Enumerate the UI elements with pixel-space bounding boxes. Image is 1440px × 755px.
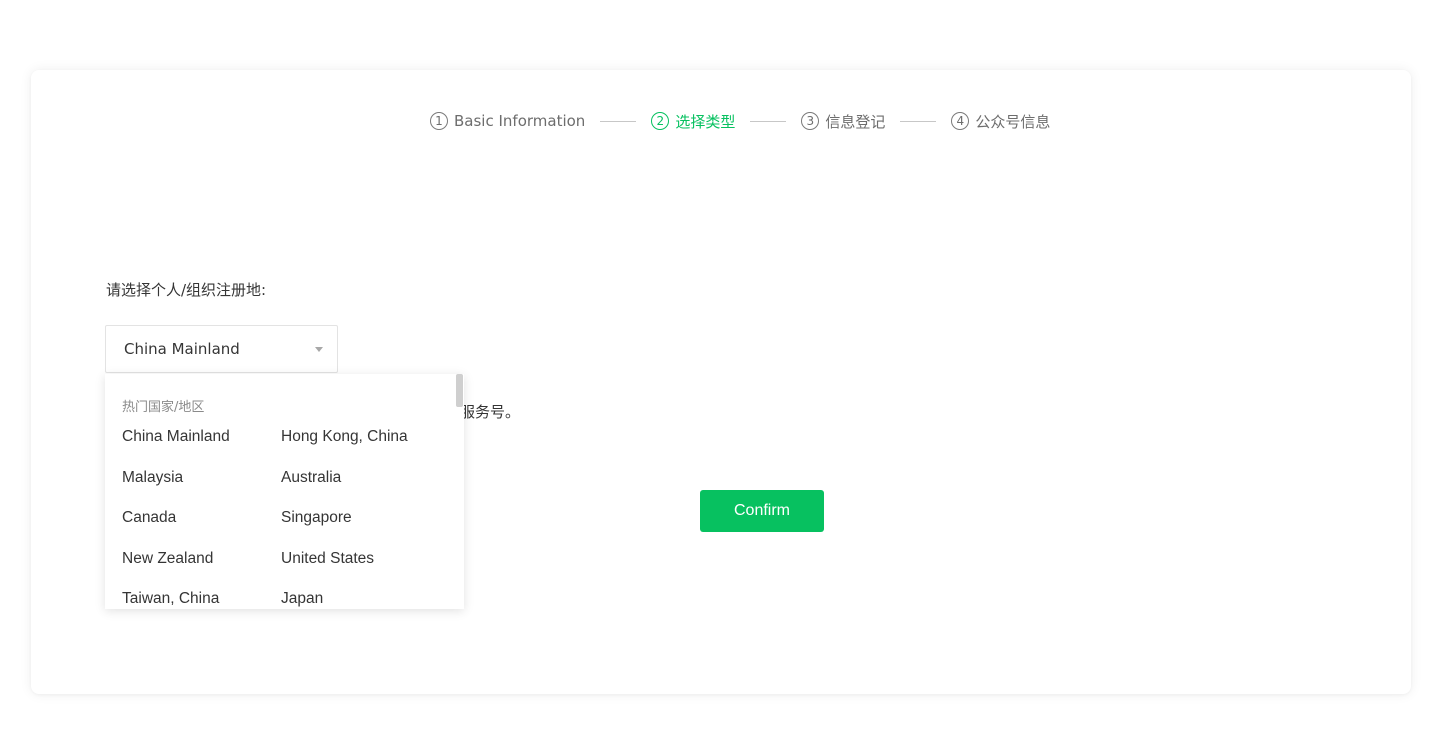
step-3-number: 3 bbox=[801, 112, 820, 130]
caret-down-icon bbox=[315, 347, 323, 352]
step-4-number: 4 bbox=[951, 112, 970, 130]
option-canada[interactable]: Canada bbox=[122, 505, 281, 546]
option-japan[interactable]: Japan bbox=[281, 586, 451, 609]
dropdown-options: China Mainland Hong Kong, China Malaysia… bbox=[122, 424, 451, 609]
step-1-label: Basic Information bbox=[454, 112, 586, 130]
option-china-mainland[interactable]: China Mainland bbox=[122, 424, 281, 465]
step-4-label: 公众号信息 bbox=[975, 112, 1051, 131]
step-divider bbox=[900, 120, 937, 122]
confirm-button[interactable]: Confirm bbox=[700, 490, 824, 532]
region-select-value: China Mainland bbox=[124, 340, 240, 358]
option-taiwan[interactable]: Taiwan, China bbox=[122, 586, 281, 609]
step-2-label: 选择类型 bbox=[675, 112, 736, 131]
dropdown-scrollbar[interactable] bbox=[456, 374, 463, 407]
option-australia[interactable]: Australia bbox=[281, 465, 451, 506]
option-malaysia[interactable]: Malaysia bbox=[122, 465, 281, 506]
account-type-text: 服务号。 bbox=[460, 403, 521, 421]
option-singapore[interactable]: Singapore bbox=[281, 505, 451, 546]
option-new-zealand[interactable]: New Zealand bbox=[122, 546, 281, 587]
step-2-number: 2 bbox=[651, 112, 670, 130]
dropdown-group-title: 热门国家/地区 bbox=[122, 400, 205, 415]
region-select[interactable]: China Mainland bbox=[105, 325, 338, 373]
option-hong-kong[interactable]: Hong Kong, China bbox=[281, 424, 451, 465]
step-1: 1 Basic Information bbox=[430, 112, 585, 130]
step-4: 4 公众号信息 bbox=[951, 111, 1050, 132]
step-2: 2 选择类型 bbox=[651, 111, 735, 132]
step-1-number: 1 bbox=[430, 112, 448, 130]
region-dropdown: 热门国家/地区 China Mainland Hong Kong, China … bbox=[105, 374, 464, 609]
option-united-states[interactable]: United States bbox=[281, 546, 451, 587]
step-divider bbox=[600, 120, 637, 122]
progress-steps: 1 Basic Information 2 选择类型 3 信息登记 4 公众号信… bbox=[430, 110, 1050, 132]
step-3-label: 信息登记 bbox=[825, 112, 886, 131]
region-label: 请选择个人/组织注册地: bbox=[106, 281, 267, 299]
step-3: 3 信息登记 bbox=[801, 111, 885, 132]
step-divider bbox=[750, 120, 787, 122]
